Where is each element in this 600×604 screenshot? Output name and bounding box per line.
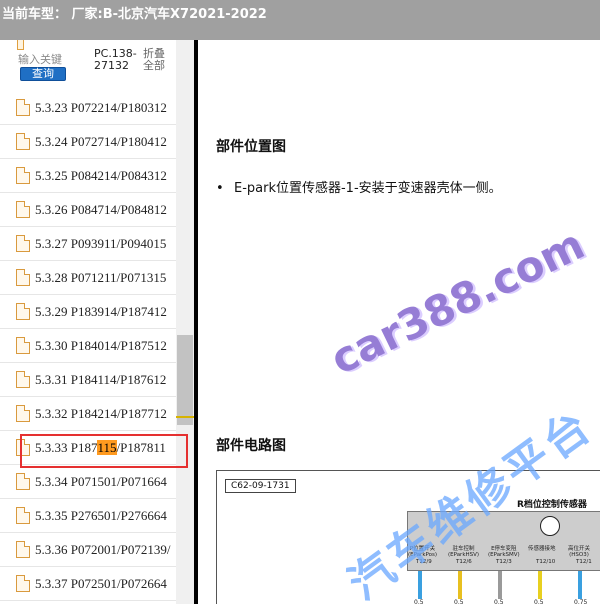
- document-icon: [16, 235, 30, 252]
- document-icon: [16, 167, 30, 184]
- tree-item[interactable]: 5.3.37 P072501/P072664: [0, 567, 176, 601]
- tree-item-label: 5.3.23 P072214/P180312: [35, 100, 167, 115]
- wire-gauge-label: 0.75: [574, 599, 588, 604]
- tree-item[interactable]: 5.3.32 P184214/P187712: [0, 397, 176, 431]
- search-button[interactable]: 查询: [20, 67, 66, 81]
- watermark-url: car388.com: [323, 219, 592, 385]
- wire-gauge-label: 0.5: [454, 599, 464, 604]
- tree-item-label: 5.3.26 P084714/P084812: [35, 202, 167, 217]
- bullet-icon: •: [216, 181, 224, 196]
- pc-code-label: PC.138-27132: [94, 47, 137, 72]
- circuit-diagram: C62-09-1731 R档位控制传感器 P位置开关 (EParkPos) T12…: [216, 470, 600, 604]
- circuit-diagram-heading: 部件电路图: [216, 438, 286, 454]
- sidebar-scrollbar[interactable]: [176, 40, 194, 604]
- tree-item[interactable]: 5.3.27 P093911/P094015: [0, 227, 176, 261]
- pin-function-label: 驻车控制 (EParkHSV): [448, 546, 480, 558]
- tree-item-label: 5.3.30 P184014/P187512: [35, 338, 167, 353]
- label-suffix: /P187811: [116, 440, 166, 455]
- document-view: 部件位置图 • E-park位置传感器-1-安装于变速器壳体一侧。 部件电路图 C…: [198, 40, 600, 604]
- tree-item[interactable]: 5.3.34 P071501/P071664: [0, 465, 176, 499]
- tree-item-label: 5.3.35 P276501/P276664: [35, 508, 167, 523]
- tree-item[interactable]: 5.3.24 P072714/P180412: [0, 125, 176, 159]
- document-icon: [16, 507, 30, 524]
- pin-number-label: T12/9: [416, 559, 432, 565]
- tree-item[interactable]: 5.3.26 P084714/P084812: [0, 193, 176, 227]
- tree-item[interactable]: 5.3.36 P072001/P072139/: [0, 533, 176, 567]
- tree-item[interactable]: 5.3.23 P072214/P180312: [0, 91, 176, 125]
- wire-gauge-label: 0.5: [414, 599, 424, 604]
- tree-item-label: 5.3.28 P071211/P071315: [35, 270, 167, 285]
- tree-item-label: 5.3.32 P184214/P187712: [35, 406, 167, 421]
- tree-item-label: 5.3.33 P187115/P187811: [35, 440, 166, 456]
- transistor-icon: [540, 516, 560, 536]
- wire-gauge-label: 0.5: [494, 599, 504, 604]
- pin-function-label: 高位开关 (HSO3): [568, 546, 591, 558]
- tree-item[interactable]: 5.3.31 P184114/P187612: [0, 363, 176, 397]
- document-icon: [16, 473, 30, 490]
- wire: [578, 571, 582, 599]
- document-icon: [16, 201, 30, 218]
- current-model-label: 当前车型： 厂家:B-北京汽车X72021-2022: [2, 7, 267, 22]
- tree-item-label: 5.3.36 P072001/P072139/: [35, 542, 171, 557]
- tree-item[interactable]: 5.3.33 P187115/P187811: [0, 431, 176, 465]
- document-icon: [16, 99, 30, 116]
- pin-function-label: E停车变阻 (EParkSMV): [488, 546, 520, 558]
- label-prefix: 5.3.33 P187: [35, 440, 98, 455]
- tree-item-label: 5.3.29 P183914/P187412: [35, 304, 167, 319]
- wire-gauge-label: 0.5: [534, 599, 544, 604]
- tree-item[interactable]: 5.3.30 P184014/P187512: [0, 329, 176, 363]
- diagram-id-label: C62-09-1731: [225, 479, 296, 493]
- window-title-bar: 当前车型： 厂家:B-北京汽车X72021-2022: [0, 0, 600, 40]
- location-description: • E-park位置传感器-1-安装于变速器壳体一侧。: [216, 177, 502, 196]
- search-input[interactable]: [18, 52, 76, 67]
- tree-item-label: 5.3.27 P093911/P094015: [35, 236, 167, 251]
- document-icon: [16, 133, 30, 150]
- document-icon: [16, 575, 30, 592]
- component-location-heading: 部件位置图: [216, 139, 286, 155]
- document-icon: [17, 40, 24, 50]
- search-match-highlight: 115: [97, 440, 117, 455]
- tree-item[interactable]: 5.3.29 P183914/P187412: [0, 295, 176, 329]
- document-icon: [16, 439, 30, 456]
- collapse-all-button[interactable]: 折叠全部: [143, 48, 173, 72]
- tree-item[interactable]: 5.3.35 P276501/P276664: [0, 499, 176, 533]
- wire: [418, 571, 422, 599]
- tree-item-label: 5.3.34 P071501/P071664: [35, 474, 167, 489]
- pin-number-label: T12/10: [536, 559, 556, 565]
- tree-item-label: 5.3.37 P072501/P072664: [35, 576, 167, 591]
- pin-function-label: P位置开关 (EParkPos): [408, 546, 438, 558]
- document-icon: [16, 541, 30, 558]
- document-icon: [16, 337, 30, 354]
- pin-number-label: T12/3: [496, 559, 512, 565]
- pin-function-label: 传感器接地: [528, 546, 556, 552]
- tree-item[interactable]: 5.3.28 P071211/P071315: [0, 261, 176, 295]
- tree-panel: 查询 PC.138-27132 折叠全部 5.3.23 P072214/P180…: [0, 40, 176, 604]
- scrollbar-thumb[interactable]: [177, 335, 193, 425]
- location-text: E-park位置传感器-1-安装于变速器壳体一侧。: [234, 181, 502, 196]
- pin-number-label: T12/6: [456, 559, 472, 565]
- tree-list: 5.3.23 P072214/P180312 5.3.24 P072714/P18…: [0, 91, 176, 601]
- wire: [498, 571, 502, 599]
- wire: [458, 571, 462, 599]
- sidebar: 查询 PC.138-27132 折叠全部 5.3.23 P072214/P180…: [0, 40, 194, 604]
- document-icon: [16, 269, 30, 286]
- tree-item-label: 5.3.25 P084214/P084312: [35, 168, 167, 183]
- tree-item[interactable]: 5.3.25 P084214/P084312: [0, 159, 176, 193]
- scroll-position-marker: [176, 416, 194, 418]
- search-toolbar: 查询 PC.138-27132 折叠全部: [0, 40, 176, 88]
- wire: [538, 571, 542, 599]
- document-icon: [16, 371, 30, 388]
- document-icon: [16, 405, 30, 422]
- sensor-module-title: R档位控制传感器: [517, 500, 587, 510]
- pin-number-label: T12/1: [576, 559, 592, 565]
- tree-item-label: 5.3.24 P072714/P180412: [35, 134, 167, 149]
- tree-item-label: 5.3.31 P184114/P187612: [35, 372, 167, 387]
- document-icon: [16, 303, 30, 320]
